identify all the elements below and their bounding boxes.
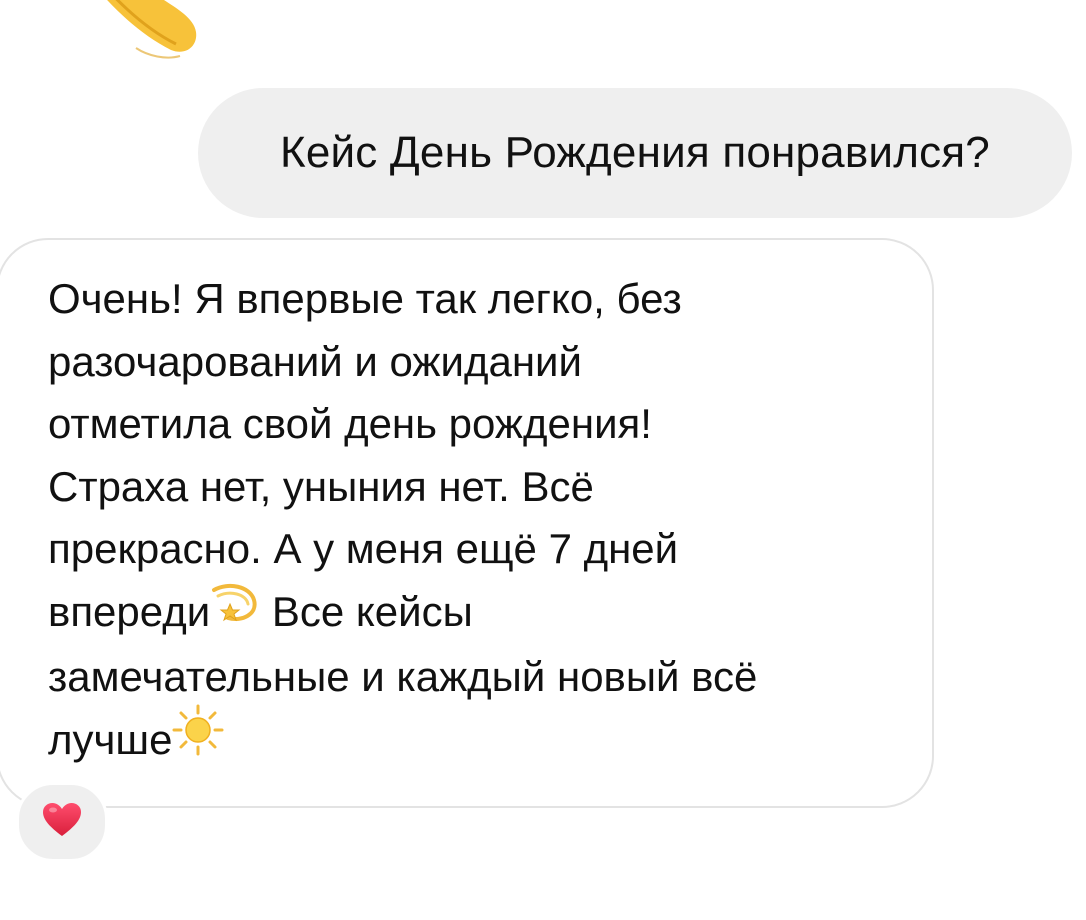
message-fragment: лучше <box>48 716 173 763</box>
waving-hand-icon <box>76 0 206 62</box>
message-fragment: впереди <box>48 587 211 635</box>
message-line: отметила свой день рождения! <box>48 400 652 447</box>
message-line: Страха нет, уныния нет. Всё <box>48 462 594 510</box>
message-line: впереди Все кейсы <box>48 581 908 646</box>
message-fragment: Все кейсы <box>260 587 473 635</box>
heart-reaction[interactable] <box>16 782 108 862</box>
message-line: Очень! Я впервые так легко, без <box>48 275 682 322</box>
incoming-message-text: Очень! Я впервые так легко, без разочаро… <box>48 268 908 778</box>
message-line: замечательные и каждый новый всё <box>48 652 758 700</box>
sun-icon <box>172 704 224 774</box>
outgoing-message-bubble[interactable]: Кейс День Рождения понравился? <box>198 88 1072 218</box>
dizzy-icon <box>210 579 260 642</box>
message-line: разочарований и ожиданий <box>48 337 582 385</box>
message-line: лучше <box>48 704 908 778</box>
heart-icon <box>42 802 82 843</box>
outgoing-message-text: Кейс День Рождения понравился? <box>280 128 990 177</box>
message-line: прекрасно. А у меня ещё 7 дней <box>48 525 679 572</box>
